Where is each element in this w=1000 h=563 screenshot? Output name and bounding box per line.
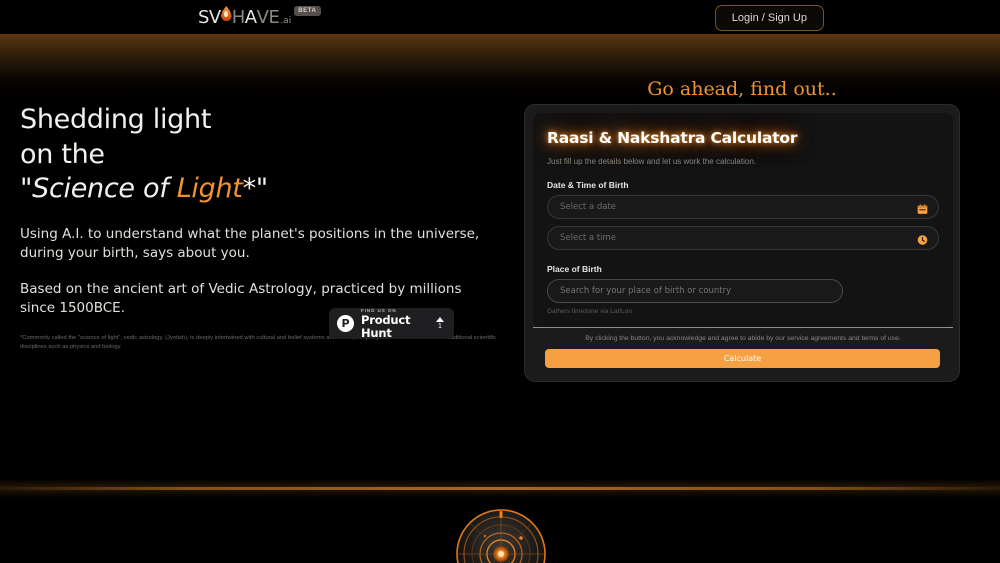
heading-accent: Light (176, 173, 243, 205)
hero-paragraph-1: Using A.I. to understand what the planet… (20, 225, 480, 261)
logo-text-part3: A (244, 7, 257, 28)
site-header: SV H A VE .ai BETA Login / Sign Up (0, 0, 1000, 34)
beta-badge: BETA (294, 6, 321, 16)
calendar-icon[interactable] (917, 202, 928, 214)
section-divider-glow (0, 479, 1000, 501)
calculator-title: Raasi & Nakshatra Calculator (547, 129, 798, 147)
place-helper-text: Gathers timezone via Lat/Lon (547, 308, 632, 315)
datetime-label: Date & Time of Birth (547, 180, 629, 190)
card-divider (533, 327, 953, 328)
calculator-form-panel: Raasi & Nakshatra Calculator Just fill u… (533, 113, 953, 328)
logo-text-part4: VE (256, 7, 280, 28)
section-divider (0, 487, 1000, 490)
heading-quote-close: " (255, 173, 268, 205)
date-input[interactable] (547, 195, 939, 219)
page-title: Shedding light on the "Science of Light*… (20, 103, 500, 207)
logo-text-part1: SV (198, 7, 221, 28)
terms-text: By clicking the button, you acknowledge … (585, 335, 901, 342)
time-field-row (547, 226, 939, 250)
logo[interactable]: SV H A VE .ai BETA (198, 5, 321, 31)
time-input[interactable] (547, 226, 939, 250)
heading-star: * (242, 173, 257, 205)
product-hunt-texts: FIND US ON Product Hunt (361, 308, 436, 340)
find-out-heading: Go ahead, find out.. (647, 78, 837, 100)
heading-line-3: "Science of Light*" (20, 173, 268, 204)
calculator-card: Raasi & Nakshatra Calculator Just fill u… (524, 104, 960, 382)
login-signup-button[interactable]: Login / Sign Up (714, 5, 824, 31)
heading-quote-open: " (20, 173, 33, 205)
place-label: Place of Birth (547, 264, 602, 274)
calculate-button[interactable]: Calculate (545, 349, 940, 368)
upvote-count: 1 (438, 322, 442, 330)
logo-wordmark: SV H A VE .ai (198, 5, 291, 31)
logo-suffix: .ai (280, 16, 292, 26)
product-hunt-badge[interactable]: P FIND US ON Product Hunt 1 (329, 308, 454, 339)
heading-line-2: on the (20, 138, 105, 170)
date-field-row (547, 195, 939, 219)
place-of-birth-input[interactable] (547, 279, 843, 303)
flame-icon (220, 5, 233, 23)
calculator-subtitle: Just fill up the details below and let u… (547, 157, 757, 166)
product-hunt-icon: P (337, 315, 354, 332)
landing-page: SV H A VE .ai BETA Login / Sign Up Shedd… (0, 0, 1000, 563)
heading-line-1: Shedding light (20, 104, 212, 135)
logo-text-part2: H (231, 7, 246, 28)
product-hunt-upvote[interactable]: 1 (436, 316, 446, 331)
product-hunt-name: Product Hunt (361, 312, 411, 340)
upvote-arrow-icon (436, 316, 444, 322)
heading-italic: Science of (32, 173, 177, 205)
astrolabe-dial-graphic (455, 508, 547, 563)
clock-icon[interactable] (917, 233, 928, 245)
